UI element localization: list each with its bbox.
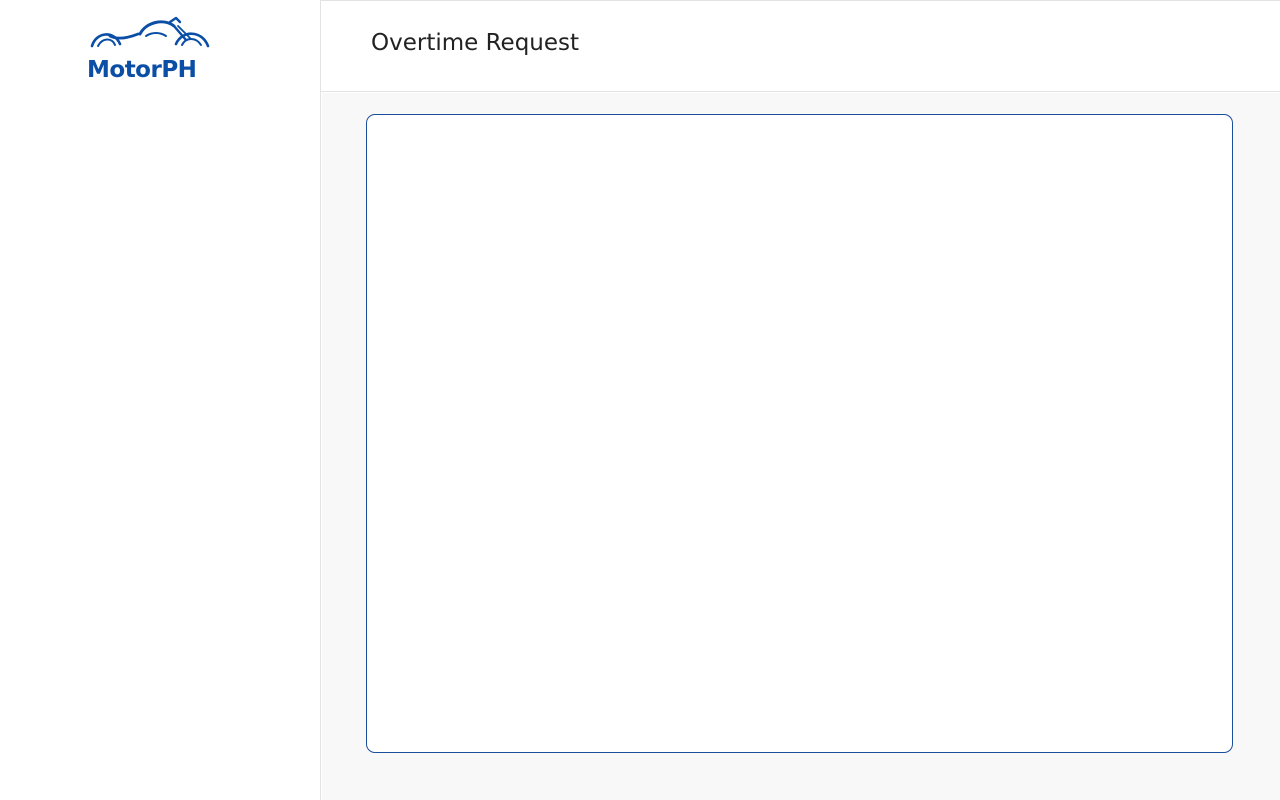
- page-title: Overtime Request: [371, 30, 580, 56]
- app-window: MotorPH Overtime Request: [0, 0, 1280, 800]
- sidebar: MotorPH: [0, 0, 321, 800]
- main-content: [322, 93, 1280, 800]
- overtime-request-panel: [366, 114, 1233, 753]
- brand-logo[interactable]: MotorPH: [84, 14, 218, 90]
- brand-name: MotorPH: [87, 57, 197, 83]
- motorcycle-icon: [90, 16, 210, 48]
- page-header: Overtime Request: [321, 0, 1280, 92]
